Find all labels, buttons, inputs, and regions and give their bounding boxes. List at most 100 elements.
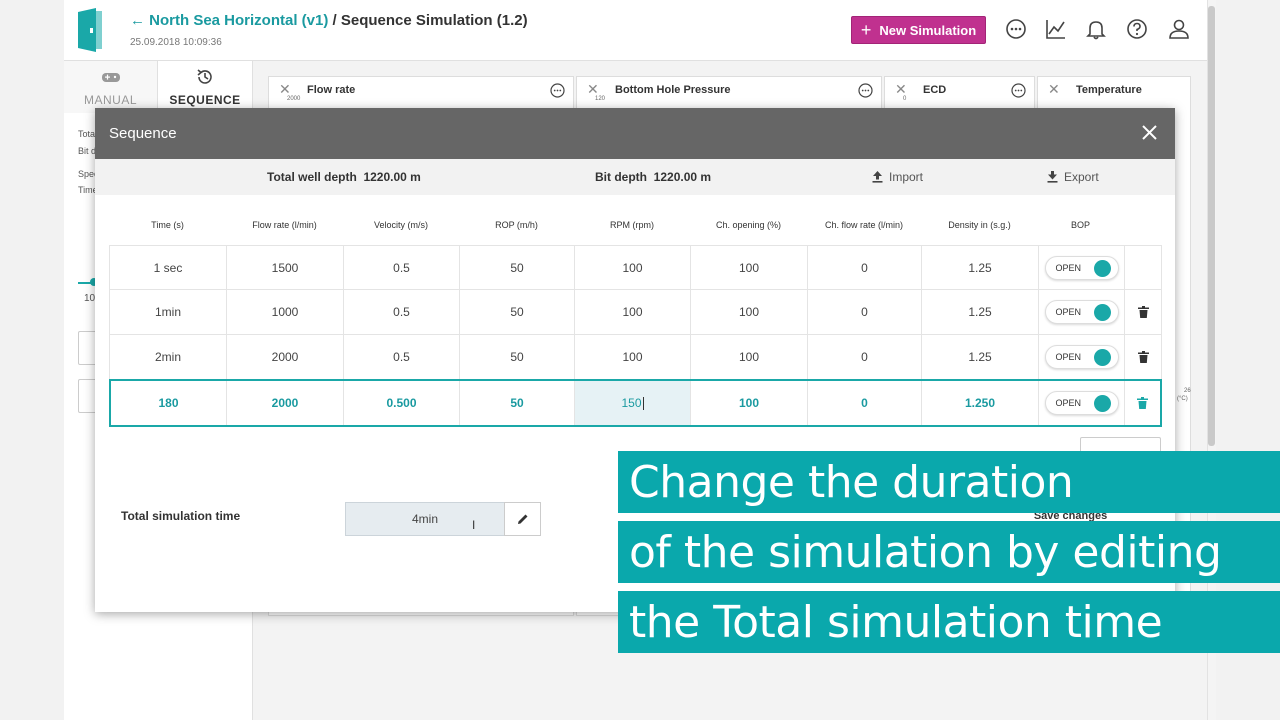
import-label: Import [889, 170, 924, 184]
cell-rpm[interactable]: 100 [575, 290, 691, 334]
bop-toggle[interactable]: OPEN [1044, 300, 1119, 324]
toggle-knob [1093, 395, 1111, 412]
cell-velocity[interactable]: 0.500 [344, 381, 460, 425]
bop-toggle[interactable]: OPEN [1044, 391, 1119, 415]
cell-time[interactable]: 180 [111, 381, 227, 425]
cell-ch-flow-rate[interactable]: 0 [808, 381, 922, 425]
tab-sequence-label: SEQUENCE [169, 93, 241, 107]
door-logo-icon[interactable] [76, 8, 104, 52]
caption-line: of the simulation by editing [618, 521, 1280, 583]
cell-rop[interactable]: 50 [460, 246, 575, 289]
modal-title: Sequence [109, 125, 177, 142]
chart-header: ✕ 0 ECD [885, 77, 1034, 105]
panel-snippet: Bit d [78, 146, 97, 156]
import-button[interactable]: Import [872, 170, 923, 184]
cell-rop[interactable]: 50 [460, 335, 575, 379]
tab-sequence[interactable]: SEQUENCE [158, 61, 252, 113]
cell-ch-opening[interactable]: 100 [691, 246, 808, 289]
chart-icon[interactable] [1045, 18, 1067, 40]
cell-velocity[interactable]: 0.5 [344, 246, 460, 289]
cell-time[interactable]: 1 sec [110, 246, 227, 289]
toggle-knob [1093, 349, 1111, 366]
breadcrumb-separator: / [328, 12, 341, 29]
column-header: Ch. opening (%) [715, 220, 782, 230]
upload-icon [872, 171, 883, 183]
cell-ch-opening[interactable]: 100 [691, 290, 808, 334]
cell-velocity[interactable]: 0.5 [344, 290, 460, 334]
cell-bop: OPEN [1039, 381, 1125, 425]
panel-snippet: Tota [78, 129, 96, 139]
export-label: Export [1064, 170, 1099, 184]
chart-axis-max: 120 [595, 96, 606, 102]
cell-ch-flow-rate[interactable]: 0 [808, 246, 922, 289]
more-icon[interactable] [1011, 83, 1026, 98]
table-row[interactable]: 1 sec 1500 0.5 50 100 100 0 1.25 OPEN [109, 245, 1162, 290]
tab-manual[interactable]: MANUAL [64, 61, 158, 113]
total-simulation-time-input[interactable]: 4min [345, 502, 505, 536]
table-header: Time (s) Flow rate (l/min) Velocity (m/s… [109, 220, 1162, 234]
trash-icon[interactable] [1137, 397, 1148, 409]
close-chart-icon[interactable]: ✕ [1048, 81, 1060, 98]
cell-ch-flow-rate[interactable]: 0 [808, 335, 922, 379]
rpm-input-value[interactable]: 150 [621, 396, 641, 410]
chart-axis-max: 0 [903, 96, 907, 102]
trash-icon[interactable] [1137, 306, 1149, 318]
new-simulation-button[interactable]: + New Simulation [851, 16, 986, 44]
user-icon[interactable] [1168, 18, 1190, 40]
cell-rpm[interactable]: 100 [575, 246, 691, 289]
bit-depth-value: 1220.00 m [653, 170, 712, 184]
cell-density[interactable]: 1.25 [922, 290, 1039, 334]
column-header: ROP (m/h) [495, 220, 538, 230]
project-link[interactable]: North Sea Horizontal (v1) [149, 12, 328, 29]
scrollbar-thumb[interactable] [1208, 6, 1215, 446]
more-icon[interactable] [550, 83, 565, 98]
table-row[interactable]: 2min 2000 0.5 50 100 100 0 1.25 OPEN [109, 335, 1162, 380]
history-icon [197, 69, 212, 84]
toggle-knob [1093, 304, 1111, 321]
cell-actions [1125, 381, 1160, 425]
cell-flow-rate[interactable]: 2000 [227, 381, 344, 425]
export-button[interactable]: Export [1047, 170, 1099, 184]
cell-rpm[interactable]: 100 [575, 335, 691, 379]
edit-time-button[interactable] [504, 502, 541, 536]
total-simulation-time-value: 4min [411, 512, 438, 526]
more-icon[interactable] [858, 83, 873, 98]
cell-density[interactable]: 1.250 [922, 381, 1039, 425]
cell-velocity[interactable]: 0.5 [344, 335, 460, 379]
close-icon[interactable] [1142, 125, 1157, 140]
more-icon[interactable] [1005, 18, 1027, 40]
cell-density[interactable]: 1.25 [922, 335, 1039, 379]
bop-toggle-label: OPEN [1055, 352, 1082, 362]
text-caret [642, 396, 644, 410]
back-arrow-icon[interactable]: ← [130, 12, 145, 29]
bit-depth-label: Bit depth [595, 170, 647, 184]
trash-icon[interactable] [1137, 351, 1149, 363]
chart-title: ECD [923, 84, 947, 96]
chart-axis-unit: (°C) [1177, 396, 1188, 402]
cell-flow-rate[interactable]: 1000 [227, 290, 344, 334]
bell-icon[interactable] [1085, 18, 1107, 40]
bop-toggle[interactable]: OPEN [1044, 345, 1119, 369]
bop-toggle-label: OPEN [1055, 307, 1082, 317]
cell-flow-rate[interactable]: 1500 [227, 246, 344, 289]
cell-time[interactable]: 2min [110, 335, 227, 379]
total-well-depth-value: 1220.00 m [363, 170, 421, 184]
chart-title: Temperature [1076, 84, 1142, 96]
column-header: Ch. flow rate (l/min) [824, 220, 904, 230]
cell-rop[interactable]: 50 [460, 381, 575, 425]
cell-rpm-editing[interactable]: 150 [575, 381, 691, 425]
cell-density[interactable]: 1.25 [922, 246, 1039, 289]
cell-ch-opening[interactable]: 100 [691, 335, 808, 379]
cell-ch-flow-rate[interactable]: 0 [808, 290, 922, 334]
cell-ch-opening[interactable]: 100 [691, 381, 808, 425]
timestamp: 25.09.2018 10:09:36 [130, 37, 222, 48]
table-row[interactable]: 1min 1000 0.5 50 100 100 0 1.25 OPEN [109, 290, 1162, 335]
chart-header: ✕ 2000 Flow rate [269, 77, 573, 105]
table-row-selected[interactable]: 180 2000 0.500 50 150 100 0 1.250 OPEN [109, 379, 1162, 427]
cell-flow-rate[interactable]: 2000 [227, 335, 344, 379]
help-icon[interactable] [1126, 18, 1148, 40]
column-header: RPM (rpm) [610, 220, 654, 230]
cell-rop[interactable]: 50 [460, 290, 575, 334]
bop-toggle[interactable]: OPEN [1044, 255, 1119, 280]
cell-time[interactable]: 1min [110, 290, 227, 334]
